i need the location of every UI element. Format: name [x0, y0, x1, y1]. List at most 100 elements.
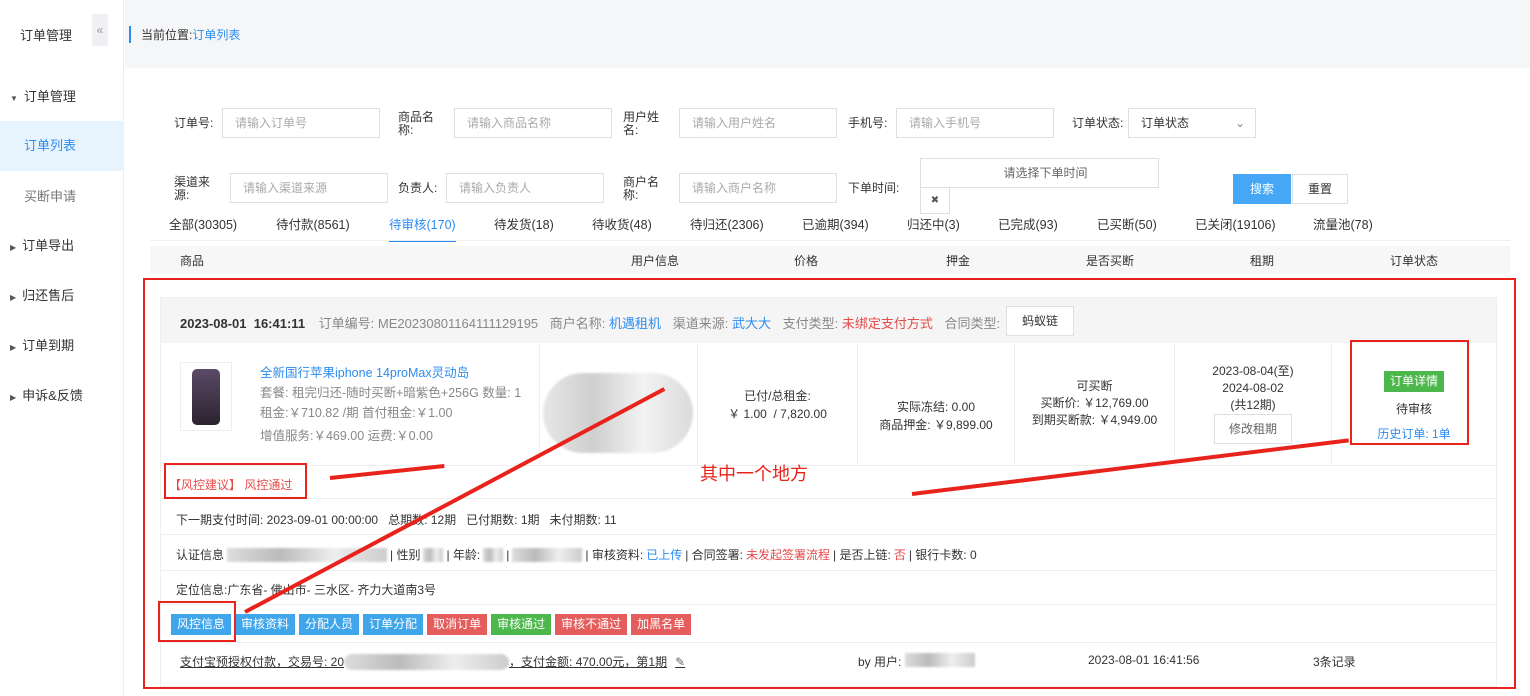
sidebar-item-order-management[interactable]: ▼ 订单管理	[0, 72, 124, 122]
order-time-label: 下单时间:	[848, 181, 900, 195]
annotation-box-risk-button	[158, 601, 236, 642]
tabs-divider	[150, 240, 1510, 241]
order-card: 2023-08-01 16:41:11 订单编号: ME202308011641…	[160, 297, 1497, 687]
records-count[interactable]: 3条记录	[1313, 653, 1356, 670]
order-header: 2023-08-01 16:41:11 订单编号: ME202308011641…	[161, 298, 1496, 343]
caret-right-icon: ▶	[10, 293, 17, 302]
sidebar-item-appeals[interactable]: ▶ 申诉&反馈	[0, 371, 124, 421]
owner-label: 负责人:	[398, 181, 438, 195]
pay-type-value: 未绑定支付方式	[841, 316, 933, 331]
edit-icon[interactable]: ✎	[675, 655, 685, 669]
sidebar-item-order-export[interactable]: ▶ 订单导出	[0, 221, 124, 271]
frozen-amount: 实际冻结: 0.00	[896, 400, 976, 414]
collapse-icon[interactable]: «	[92, 14, 108, 46]
table-header: 商品 用户信息 价格 押金 是否买断 租期 订单状态	[150, 246, 1510, 274]
clear-time-icon[interactable]: ✖	[920, 188, 950, 214]
buyout-cell: 可买断 买断价: ￥12,769.00 到期买断款: ￥4,949.00	[1015, 343, 1175, 465]
sidebar-item-order-list[interactable]: 订单列表	[0, 121, 124, 171]
product-image[interactable]	[180, 362, 232, 431]
payment-suffix: ，支付金额: 470.00元，第1期	[509, 655, 668, 669]
merchant-link[interactable]: 机遇租机	[609, 316, 661, 331]
approve-button[interactable]: 审核通过	[491, 614, 552, 635]
location-row: 定位信息:广东省- 佛山市- 三水区- 齐力大道南3号	[161, 571, 1496, 605]
term-end: 2024-08-02	[1222, 381, 1284, 395]
paid-value: ￥ 1.00 / 7,820.00	[728, 407, 827, 421]
review-value[interactable]: 已上传	[646, 546, 682, 563]
sidebar-title: 订单管理	[20, 28, 73, 43]
product-name-input[interactable]: 请输入商品名称	[454, 108, 612, 138]
user-info-cell	[540, 343, 698, 465]
tab-traffic-pool[interactable]: 流量池(78)	[1313, 214, 1373, 233]
sidebar-item-label: 订单到期	[22, 338, 75, 353]
tab-pending-return[interactable]: 待归还(2306)	[690, 214, 764, 233]
contract-type-button[interactable]: 蚂蚁链	[1006, 306, 1074, 336]
user-name-input[interactable]: 请输入用户姓名	[679, 108, 837, 138]
phone-input[interactable]: 请输入手机号	[896, 108, 1054, 138]
price-cell: 已付/总租金: ￥ 1.00 / 7,820.00	[698, 343, 858, 465]
product-title-link[interactable]: 全新国行苹果iphone 14proMax灵动岛	[260, 363, 521, 383]
channel-link[interactable]: 武大大	[732, 316, 771, 331]
age-label: | 年龄:	[446, 548, 481, 562]
sidebar-item-returns[interactable]: ▶ 归还售后	[0, 271, 124, 321]
tab-bought-out[interactable]: 已买断(50)	[1097, 214, 1157, 233]
term-start: 2023-08-04(至)	[1212, 364, 1294, 378]
tab-pending-receipt[interactable]: 待收货(48)	[592, 214, 652, 233]
product-package: 套餐: 租完归还-随时买断+暗紫色+256G 数量: 1	[260, 386, 522, 400]
status-select-value: 订单状态	[1141, 116, 1190, 130]
tab-pending-payment[interactable]: 待付款(8561)	[276, 214, 350, 233]
product-deposit: 商品押金: ￥9,899.00	[879, 418, 993, 432]
cancel-order-button[interactable]: 取消订单	[427, 614, 488, 635]
channel-input[interactable]: 请输入渠道来源	[230, 173, 388, 203]
merchant-input[interactable]: 请输入商户名称	[679, 173, 837, 203]
modify-term-button[interactable]: 修改租期	[1214, 414, 1292, 444]
tab-closed[interactable]: 已关闭(19106)	[1195, 214, 1276, 233]
status-label: 订单状态:	[1072, 116, 1124, 130]
annotation-text: 其中一个地方	[700, 464, 808, 484]
phone-label: 手机号:	[848, 116, 888, 130]
channel-label: 渠道来源:	[672, 316, 729, 331]
chain-label: | 是否上链:	[833, 548, 891, 562]
header-product: 商品	[180, 254, 205, 268]
merchant-label: 商户名称:	[549, 316, 606, 331]
breadcrumb-current[interactable]: 订单列表	[192, 28, 240, 42]
paid-periods: 已付期数: 1期	[466, 513, 540, 527]
review-materials-button[interactable]: 审核资料	[235, 614, 296, 635]
sidebar-item-buyout-requests[interactable]: 买断申请	[0, 172, 124, 222]
caret-right-icon: ▶	[10, 243, 17, 252]
gender-label: | 性别	[390, 548, 421, 562]
tab-returning[interactable]: 归还中(3)	[907, 214, 960, 233]
blacklist-button[interactable]: 加黑名单	[631, 614, 692, 635]
unpaid-periods: 未付期数: 11	[549, 513, 617, 527]
tab-overdue[interactable]: 已逾期(394)	[802, 214, 869, 233]
sidebar-item-label: 订单导出	[22, 238, 75, 253]
reject-button[interactable]: 审核不通过	[555, 614, 628, 635]
by-user-label: by 用户:	[858, 655, 902, 669]
next-pay-time: 下一期支付时间: 2023-09-01 00:00:00	[176, 513, 379, 527]
blurred-id	[512, 547, 583, 562]
tab-pending-review[interactable]: 待审核(170)	[389, 214, 456, 242]
order-time-picker[interactable]: 请选择下单时间	[920, 158, 1159, 188]
buyout-price: 买断价: ￥12,769.00	[1040, 396, 1149, 410]
order-no-input[interactable]: 请输入订单号	[222, 108, 380, 138]
order-assign-button[interactable]: 订单分配	[363, 614, 424, 635]
tab-all[interactable]: 全部(30305)	[169, 214, 237, 233]
product-rent: 租金:￥710.82 /期 首付租金:￥1.00	[260, 406, 453, 420]
owner-input[interactable]: 请输入负责人	[446, 173, 604, 203]
order-no: ME20230801164111129195	[377, 316, 539, 331]
tab-completed[interactable]: 已完成(93)	[998, 214, 1058, 233]
annotation-box-risk	[164, 463, 307, 499]
sidebar-item-expiring[interactable]: ▶ 订单到期	[0, 321, 124, 371]
reset-button[interactable]: 重置	[1292, 174, 1348, 204]
assign-staff-button[interactable]: 分配人员	[299, 614, 360, 635]
blurred-transaction	[344, 653, 510, 670]
annotation-box-status	[1350, 340, 1469, 445]
location-info: 定位信息:广东省- 佛山市- 三水区- 齐力大道南3号	[176, 583, 436, 597]
order-no-label: 订单号:	[174, 116, 214, 130]
search-button[interactable]: 搜索	[1233, 174, 1291, 204]
status-select[interactable]: 订单状态 ⌄	[1128, 108, 1256, 138]
channel-label: 渠道来源:	[174, 175, 211, 202]
sidebar-item-label: 归还售后	[22, 288, 75, 303]
actions-row: 风控信息 审核资料 分配人员 订单分配 取消订单 审核通过 审核不通过 加黑名单	[161, 605, 1496, 643]
blurred-gender	[423, 547, 444, 562]
tab-pending-shipment[interactable]: 待发货(18)	[494, 214, 554, 233]
